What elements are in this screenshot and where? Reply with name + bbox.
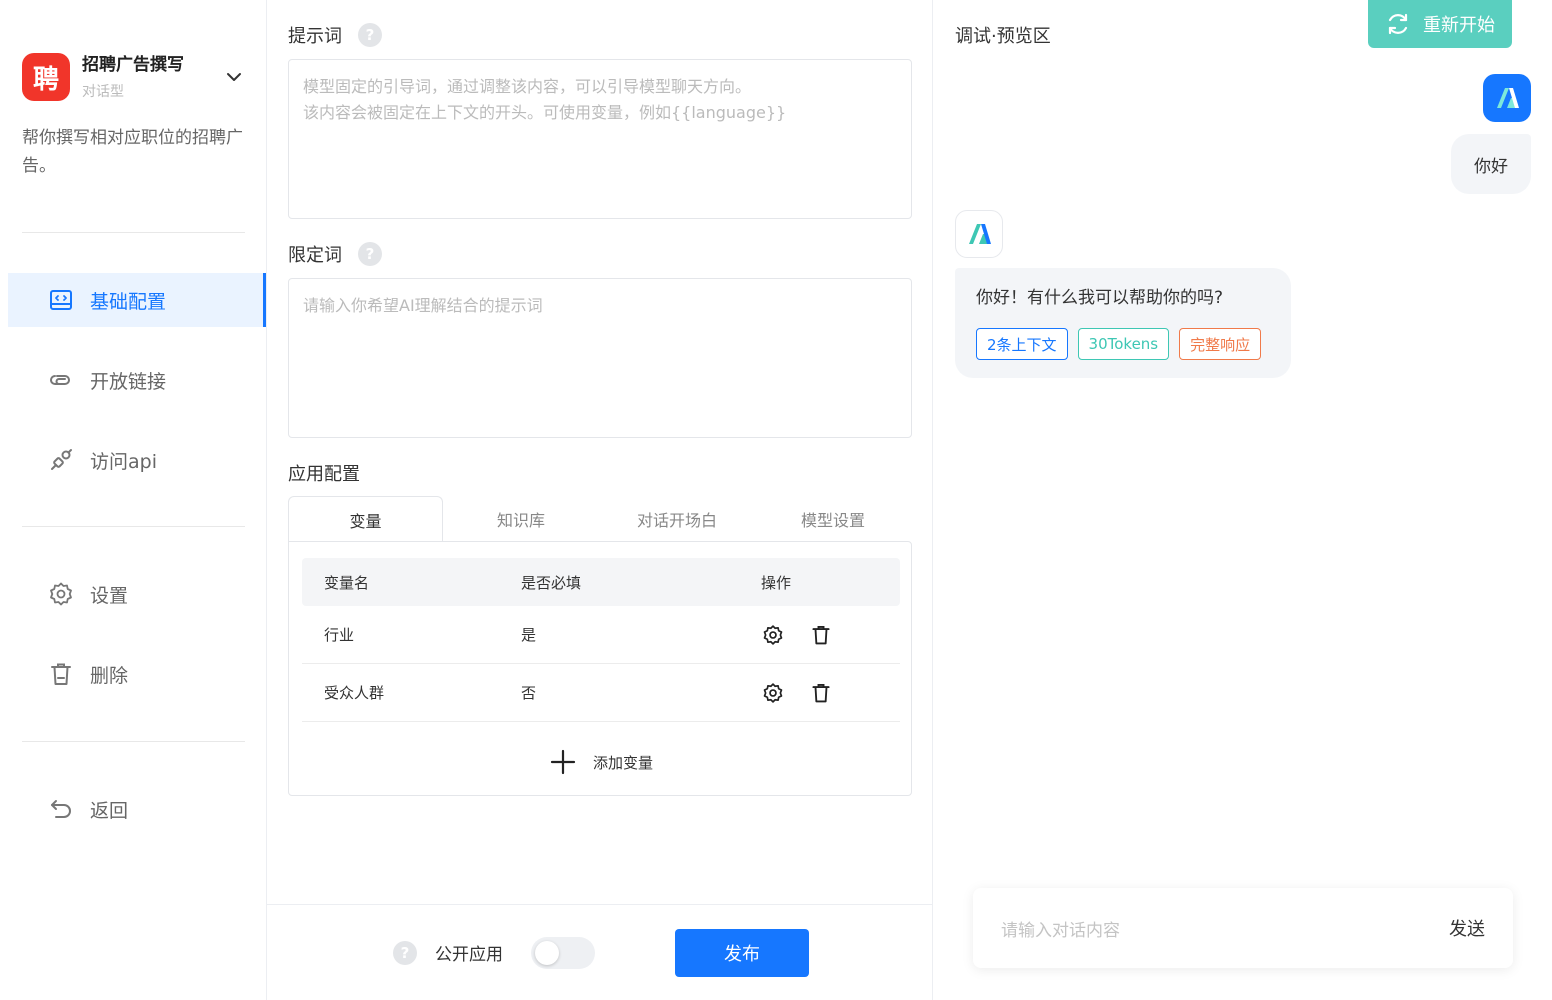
nav-item-back[interactable]: 返回 — [8, 782, 266, 836]
context-tag[interactable]: 2条上下文 — [976, 328, 1068, 360]
header-actions: 操作 — [761, 573, 792, 592]
restart-button[interactable]: 重新开始 — [1368, 0, 1512, 48]
header-variable-name: 变量名 — [324, 573, 370, 592]
api-plug-icon — [48, 447, 74, 473]
prompt-placeholder-line1: 模型固定的引导词，通过调整该内容，可以引导模型聊天方向。 — [303, 77, 752, 96]
variable-required: 是 — [521, 626, 537, 644]
refresh-icon — [1388, 13, 1408, 35]
gear-icon[interactable] — [761, 681, 785, 705]
app-description: 帮你撰写相对应职位的招聘广告。 — [22, 128, 243, 176]
variables-table: 变量名 是否必填 操作 行业 是 受众人群 否 — [302, 558, 900, 722]
nav-label: 开放链接 — [90, 370, 167, 393]
app-logo: 聘 — [22, 53, 70, 101]
add-variable-label: 添加变量 — [592, 753, 653, 772]
prompt-textarea[interactable]: 模型固定的引导词，通过调整该内容，可以引导模型聊天方向。 该内容会被固定在上下文… — [288, 59, 912, 219]
app-config-label: 应用配置 — [288, 464, 360, 485]
public-app-toggle[interactable] — [531, 936, 595, 969]
limit-section-title: 限定词 ? — [288, 241, 382, 267]
bot-message-text: 你好！有什么我可以帮助你的吗? — [976, 288, 1224, 308]
tokens-tag[interactable]: 30Tokens — [1077, 328, 1170, 360]
trash-icon — [48, 661, 74, 687]
limit-textarea[interactable]: 请输入你希望AI理解结合的提示词 — [288, 278, 912, 438]
toggle-knob — [535, 940, 559, 965]
nav-label: 访问api — [90, 450, 157, 473]
link-icon — [48, 367, 74, 393]
brand-logo-icon — [969, 224, 991, 244]
preview-panel: 调试·预览区 重新开始 你好 你好！有什么我可以帮助你的吗? 2条上下文 30T… — [933, 0, 1552, 1000]
gear-icon[interactable] — [761, 623, 785, 647]
nav-item-basic-config[interactable]: 基础配置 — [8, 273, 266, 327]
brand-logo-icon — [1497, 88, 1519, 108]
send-button[interactable]: 发送 — [1449, 915, 1485, 941]
publish-button[interactable]: 发布 — [675, 928, 809, 977]
table-header-row: 变量名 是否必填 操作 — [302, 558, 900, 606]
prompt-placeholder-line2: 该内容会被固定在上下文的开头。可使用变量，例如{{language}} — [303, 103, 787, 122]
app-titles: 招聘广告撰写 对话型 — [82, 53, 224, 101]
config-footer: ? 公开应用 发布 — [267, 904, 933, 1000]
table-row: 受众人群 否 — [302, 664, 900, 722]
nav-item-delete[interactable]: 删除 — [8, 647, 266, 701]
bot-avatar — [955, 210, 1003, 258]
nav-item-settings[interactable]: 设置 — [8, 567, 266, 621]
back-arrow-icon — [48, 796, 74, 822]
variable-name: 受众人群 — [324, 684, 385, 702]
add-variable-button[interactable]: 添加变量 — [289, 744, 913, 780]
tab-knowledge-base[interactable]: 知识库 — [443, 496, 599, 542]
limit-placeholder: 请输入你希望AI理解结合的提示词 — [303, 296, 543, 315]
bot-message-bubble: 你好！有什么我可以帮助你的吗? 2条上下文 30Tokens 完整响应 — [955, 268, 1291, 378]
app-type: 对话型 — [82, 84, 124, 100]
restart-label: 重新开始 — [1423, 15, 1495, 36]
gear-icon — [48, 581, 74, 607]
preview-title: 调试·预览区 — [955, 26, 1051, 47]
nav-label: 基础配置 — [90, 290, 167, 313]
limit-title: 限定词 — [288, 245, 342, 266]
plus-icon — [550, 749, 576, 775]
nav-item-api[interactable]: 访问api — [8, 433, 266, 487]
nav-item-open-link[interactable]: 开放链接 — [8, 353, 266, 407]
trash-icon[interactable] — [809, 681, 833, 705]
variable-name: 行业 — [324, 626, 355, 644]
nav-label: 返回 — [90, 799, 129, 822]
message-tags: 2条上下文 30Tokens 完整响应 — [976, 328, 1270, 360]
app-root: 聘 招聘广告撰写 对话型 帮你撰写相对应职位的招聘广告。 基础配置 开放链接 访… — [0, 0, 1552, 1000]
help-icon[interactable]: ? — [358, 23, 382, 47]
row-actions — [761, 623, 900, 647]
chat-input-placeholder: 请输入对话内容 — [1001, 920, 1120, 941]
sidebar: 聘 招聘广告撰写 对话型 帮你撰写相对应职位的招聘广告。 基础配置 开放链接 访… — [0, 0, 267, 1000]
tab-variables[interactable]: 变量 — [288, 496, 443, 542]
nav-label: 删除 — [90, 664, 129, 687]
table-row: 行业 是 — [302, 606, 900, 664]
tab-opening-remarks[interactable]: 对话开场白 — [599, 496, 755, 542]
help-icon[interactable]: ? — [358, 242, 382, 266]
nav-label: 设置 — [90, 584, 129, 607]
app-header[interactable]: 聘 招聘广告撰写 对话型 — [22, 53, 244, 105]
user-avatar — [1483, 74, 1531, 122]
divider — [22, 741, 245, 742]
divider — [22, 232, 245, 233]
config-panel: 提示词 ? 模型固定的引导词，通过调整该内容，可以引导模型聊天方向。 该内容会被… — [267, 0, 933, 1000]
user-message-bubble: 你好 — [1451, 134, 1531, 194]
prompt-section-title: 提示词 ? — [288, 22, 382, 48]
tab-model-settings[interactable]: 模型设置 — [755, 496, 911, 542]
public-app-label: 公开应用 — [435, 945, 503, 965]
row-actions — [761, 681, 900, 705]
prompt-title: 提示词 — [288, 26, 342, 47]
chevron-down-icon[interactable] — [224, 67, 244, 87]
config-tabs: 变量 知识库 对话开场白 模型设置 — [288, 496, 912, 542]
chat-input-box[interactable]: 请输入对话内容 发送 — [973, 888, 1513, 968]
full-response-tag[interactable]: 完整响应 — [1179, 328, 1262, 360]
trash-icon[interactable] — [809, 623, 833, 647]
app-config-title: 应用配置 — [288, 460, 360, 486]
divider — [22, 526, 245, 527]
header-required: 是否必填 — [521, 573, 582, 592]
help-icon[interactable]: ? — [393, 940, 417, 965]
variables-panel: 变量名 是否必填 操作 行业 是 受众人群 否 添加变量 — [288, 541, 912, 796]
variable-required: 否 — [521, 684, 537, 702]
id-card-icon — [48, 287, 74, 313]
app-name: 招聘广告撰写 — [82, 55, 184, 75]
